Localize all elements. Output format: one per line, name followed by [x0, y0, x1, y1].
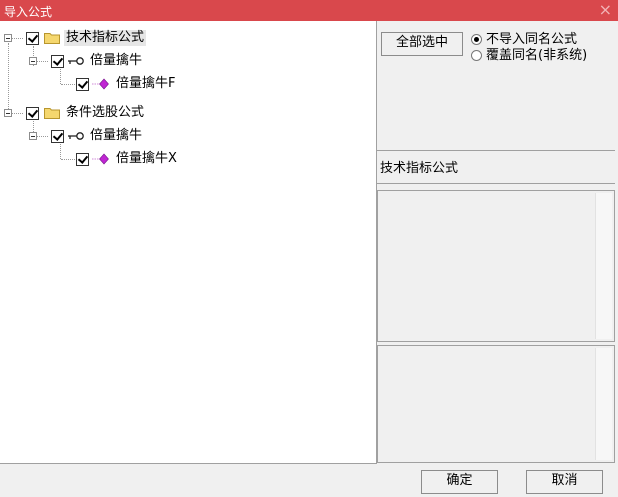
import-formula-dialog: 导入公式 × 技术指标公式 倍量擒牛 倍量擒牛F 条件选股公式 倍量擒牛 倍量擒… [0, 0, 618, 497]
formula-params-box[interactable] [377, 345, 615, 463]
cancel-button[interactable]: 取消 [526, 470, 603, 494]
node-checkbox-formula[interactable] [51, 55, 64, 68]
radio-unselected-icon [471, 50, 482, 61]
tree-node-label[interactable]: 倍量擒牛 [88, 53, 144, 69]
ok-button[interactable]: 确定 [421, 470, 498, 494]
tree-node-label[interactable]: 倍量擒牛X [114, 151, 179, 167]
folder-icon [44, 108, 60, 119]
collapse-toggle-icon[interactable] [4, 109, 12, 117]
radio-label: 覆盖同名(非系统) [486, 48, 588, 63]
node-checkbox-tech-indicator[interactable] [26, 32, 39, 45]
formula-gem-icon [92, 153, 109, 165]
radio-overwrite-duplicate[interactable]: 覆盖同名(非系统) [471, 49, 587, 63]
tree-node-label[interactable]: 条件选股公式 [64, 105, 146, 121]
key-icon [68, 132, 84, 140]
radio-selected-icon [471, 34, 482, 45]
node-checkbox-formula[interactable] [76, 153, 89, 166]
formula-description-box[interactable] [377, 190, 615, 342]
folder-icon [44, 33, 60, 44]
tree-node-label[interactable]: 技术指标公式 [64, 30, 147, 46]
formula-gem-icon [92, 78, 109, 90]
window-title: 导入公式 [4, 5, 53, 19]
formula-tree[interactable]: 技术指标公式 倍量擒牛 倍量擒牛F 条件选股公式 倍量擒牛 倍量擒牛X [0, 21, 377, 464]
node-checkbox-formula[interactable] [76, 78, 89, 91]
tree-node-label[interactable]: 倍量擒牛 [88, 128, 144, 144]
radio-label: 不导入同名公式 [486, 32, 578, 47]
radio-no-import-duplicate[interactable]: 不导入同名公式 [471, 33, 577, 47]
category-label: 技术指标公式 [377, 150, 615, 184]
collapse-toggle-icon[interactable] [4, 34, 12, 42]
collapse-toggle-icon[interactable] [29, 132, 37, 140]
node-checkbox-formula[interactable] [51, 130, 64, 143]
key-icon [68, 57, 84, 65]
title-bar: 导入公式 × [0, 0, 618, 21]
scrollbar[interactable] [595, 348, 612, 460]
scrollbar[interactable] [595, 193, 612, 339]
select-all-button[interactable]: 全部选中 [381, 32, 463, 56]
tree-node-label[interactable]: 倍量擒牛F [114, 76, 177, 92]
close-icon[interactable]: × [599, 1, 612, 19]
collapse-toggle-icon[interactable] [29, 57, 37, 65]
node-checkbox-stock-selection[interactable] [26, 107, 39, 120]
